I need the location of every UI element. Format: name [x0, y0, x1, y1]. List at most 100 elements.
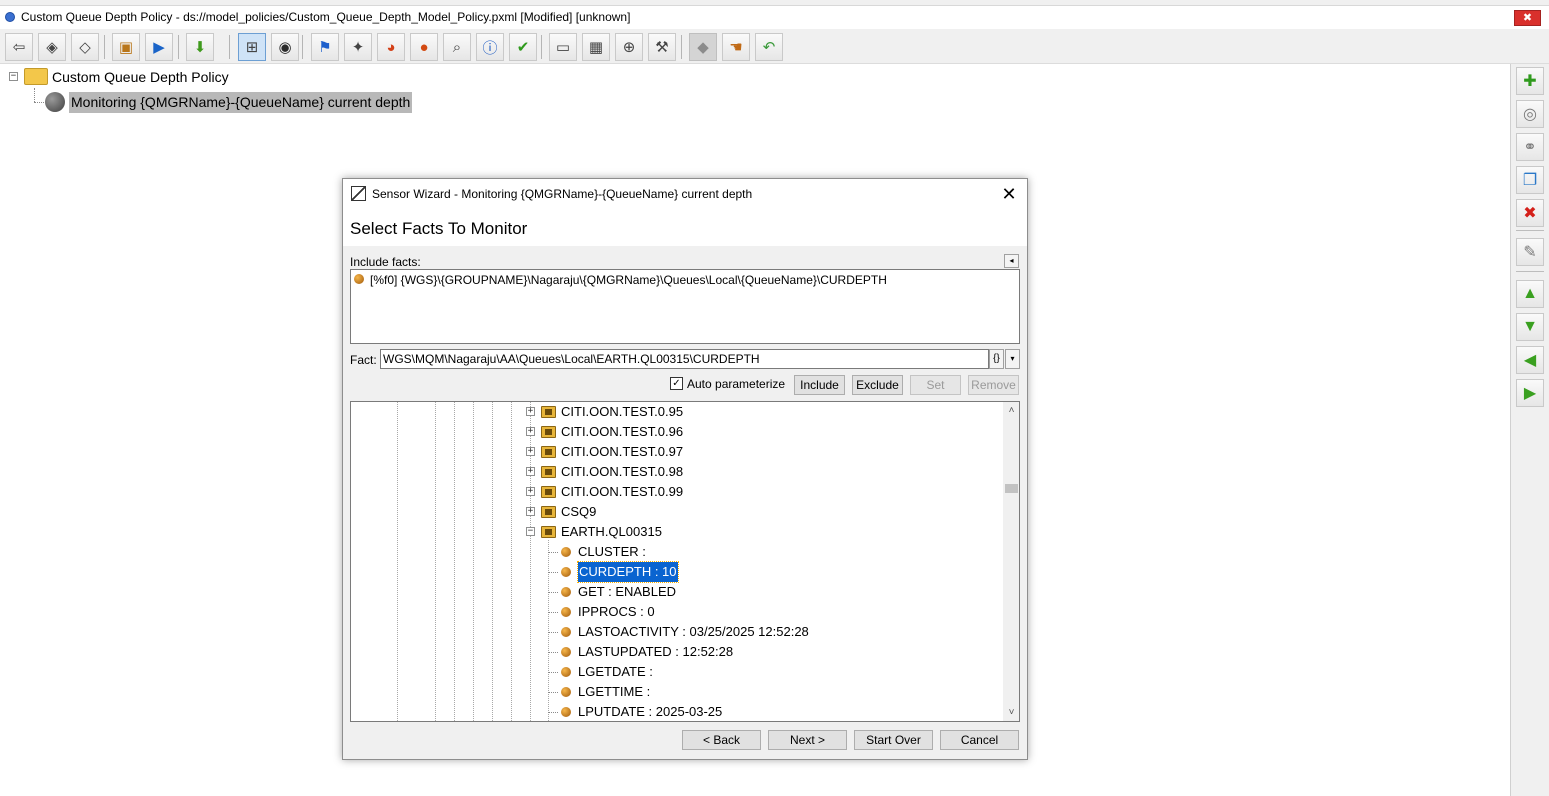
tree-connector — [548, 632, 558, 633]
tree-fact-row[interactable]: CURDEPTH : 10 — [351, 561, 1001, 583]
side-add-button[interactable]: ✚ — [1516, 67, 1544, 95]
include-button[interactable]: Include — [794, 375, 845, 395]
side-delete-button[interactable]: ✖ — [1516, 199, 1544, 227]
expand-icon[interactable]: + — [526, 467, 535, 476]
tree-folder-row[interactable]: + CITI.OON.TEST.0.96 — [351, 422, 1001, 442]
expand-icon[interactable]: + — [526, 427, 535, 436]
side-move-up-button[interactable]: ▲ — [1516, 280, 1544, 308]
next-button[interactable]: Next > — [768, 730, 847, 750]
tree-folder-row[interactable]: + CITI.OON.TEST.0.99 — [351, 482, 1001, 502]
info-icon: ⓘ — [482, 39, 498, 57]
tree-item-label: LASTUPDATED : 12:52:28 — [578, 644, 734, 659]
expand-icon[interactable]: + — [526, 407, 535, 416]
tree-folder-row[interactable]: + CSQ9 — [351, 502, 1001, 522]
fact-dropdown-button[interactable]: ▾ — [1005, 349, 1020, 369]
tree-fact-row[interactable]: LASTUPDATED : 12:52:28 — [351, 642, 1001, 662]
collapse-icon[interactable]: − — [526, 527, 535, 536]
toolbar-wizard-button[interactable]: ✦ — [344, 33, 372, 61]
toolbar-tools-button[interactable]: ⚒ — [648, 33, 676, 61]
fact-bullet-icon — [561, 687, 571, 697]
toolbar-book-button[interactable]: ▭ — [549, 33, 577, 61]
toolbar-search-button[interactable]: ⌕ — [443, 33, 471, 61]
toolbar-info-button[interactable]: ⓘ — [476, 33, 504, 61]
include-facts-list[interactable]: [%f0] {WGS}\{GROUPNAME}\Nagaraju\{QMGRNa… — [350, 269, 1020, 344]
tree-item-monitoring[interactable]: Monitoring {QMGRName}-{QueueName} curren… — [69, 92, 413, 113]
toolbar-tree-view-button[interactable]: ⊞ — [238, 33, 266, 61]
tree-folder-row[interactable]: + CITI.OON.TEST.0.97 — [351, 442, 1001, 462]
toolbar-calendar-button[interactable]: ▦ — [582, 33, 610, 61]
scroll-down-arrow-icon[interactable]: ˅ — [1003, 704, 1019, 721]
tree-fact-row[interactable]: GET : ENABLED — [351, 582, 1001, 602]
toolbar-check-button[interactable]: ✔ — [509, 33, 537, 61]
tree-root-label[interactable]: Custom Queue Depth Policy — [52, 69, 229, 85]
toolbar-flag-button[interactable]: ⚑ — [311, 33, 339, 61]
toolbar-separator — [541, 35, 542, 59]
set-button[interactable]: Set — [910, 375, 961, 395]
download-arrow-icon: ⬇ — [193, 39, 207, 56]
expand-icon[interactable]: + — [526, 507, 535, 516]
side-move-right-button[interactable]: ▶ — [1516, 379, 1544, 407]
checkbox-icon[interactable]: ✓ — [670, 377, 683, 391]
tree-fact-row[interactable]: CLUSTER : — [351, 542, 1001, 562]
scroll-thumb[interactable] — [1005, 484, 1018, 493]
toolbar-globe-button[interactable]: ◉ — [271, 33, 299, 61]
window-close-button[interactable]: ✖ — [1514, 10, 1541, 26]
toolbar-alert-button[interactable]: ● — [410, 33, 438, 61]
calendar-icon: ▦ — [588, 39, 604, 56]
auto-parameterize-checkbox[interactable]: ✓ Auto parameterize — [670, 377, 785, 391]
toolbar-download-button[interactable]: ⬇ — [186, 33, 214, 61]
root-collapse-icon[interactable]: − — [9, 72, 18, 81]
fact-tree[interactable]: + CITI.OON.TEST.0.95 + CITI.OON.TEST.0.96 + C… — [350, 401, 1020, 722]
arrow-up-icon: ▲ — [1522, 285, 1538, 302]
tree-scrollbar[interactable]: ˄ ˅ — [1003, 402, 1019, 721]
toolbar-chart-button[interactable]: ◕ — [377, 33, 405, 61]
tree-fact-row[interactable]: LGETTIME : — [351, 682, 1001, 702]
parameter-braces-button[interactable]: {} — [989, 349, 1004, 369]
toolbar-hand-button[interactable]: ☚ — [722, 33, 750, 61]
tree-folder-row[interactable]: − EARTH.QL00315 — [351, 522, 1001, 542]
side-add-sensor-button[interactable]: ◎ — [1516, 100, 1544, 128]
side-move-left-button[interactable]: ◀ — [1516, 346, 1544, 374]
include-fact-item[interactable]: [%f0] {WGS}\{GROUPNAME}\Nagaraju\{QMGRNa… — [354, 273, 887, 287]
side-edit-button[interactable]: ✎ — [1516, 238, 1544, 266]
folder-icon — [541, 446, 556, 458]
toolbar-separator — [104, 35, 105, 59]
add-sensor-icon: ◎ — [1523, 106, 1537, 123]
side-toolbar: ✚ ◎ ⚭ ❐ ✖ ✎ ▲ ▼ ◀ ▶ — [1510, 64, 1549, 796]
toolbar-package-button[interactable]: ▣ — [112, 33, 140, 61]
back-button[interactable]: < Back — [682, 730, 761, 750]
book-icon: ▭ — [555, 39, 571, 56]
toolbar-play-button[interactable]: ▶ — [145, 33, 173, 61]
toolbar-tag-outline-button[interactable]: ◇ — [71, 33, 99, 61]
start-over-button[interactable]: Start Over — [854, 730, 933, 750]
expand-icon[interactable]: + — [526, 447, 535, 456]
toolbar-search-plus-button[interactable]: ⊕ — [615, 33, 643, 61]
tree-item-label: CSQ9 — [561, 504, 597, 519]
play-icon: ▶ — [153, 39, 165, 56]
side-link-button[interactable]: ⚭ — [1516, 133, 1544, 161]
tree-fact-row[interactable]: LPUTDATE : 2025-03-25 — [351, 702, 1001, 721]
remove-button[interactable]: Remove — [968, 375, 1019, 395]
toolbar-tag-button[interactable]: ◈ — [38, 33, 66, 61]
collapse-button[interactable]: ◂ — [1004, 254, 1019, 268]
tree-folder-row[interactable]: + CITI.OON.TEST.0.95 — [351, 402, 1001, 422]
tree-fact-row[interactable]: LGETDATE : — [351, 662, 1001, 682]
side-copy-button[interactable]: ❐ — [1516, 166, 1544, 194]
tree-connector — [34, 88, 35, 102]
cancel-button[interactable]: Cancel — [940, 730, 1019, 750]
toolbar-tag-gray-button[interactable]: ◆ — [689, 33, 717, 61]
tree-fact-row[interactable]: IPPROCS : 0 — [351, 602, 1001, 622]
toolbar-undo-button[interactable]: ↶ — [755, 33, 783, 61]
exclude-button[interactable]: Exclude — [852, 375, 903, 395]
tree-item-label: CLUSTER : — [578, 544, 646, 559]
fact-input[interactable]: WGS\MQM\Nagaraju\AA\Queues\Local\EARTH.Q… — [380, 349, 989, 369]
tree-folder-row[interactable]: + CITI.OON.TEST.0.98 — [351, 462, 1001, 482]
auto-parameterize-label: Auto parameterize — [687, 377, 786, 391]
side-move-down-button[interactable]: ▼ — [1516, 313, 1544, 341]
dialog-close-button[interactable]: ✕ — [997, 182, 1021, 206]
expand-icon[interactable]: + — [526, 487, 535, 496]
tree-fact-row[interactable]: LASTOACTIVITY : 03/25/2025 12:52:28 — [351, 622, 1001, 642]
tree-item-label: LGETDATE : — [578, 664, 653, 679]
scroll-up-arrow-icon[interactable]: ˄ — [1003, 402, 1019, 419]
toolbar-back-button[interactable]: ⇦ — [5, 33, 33, 61]
